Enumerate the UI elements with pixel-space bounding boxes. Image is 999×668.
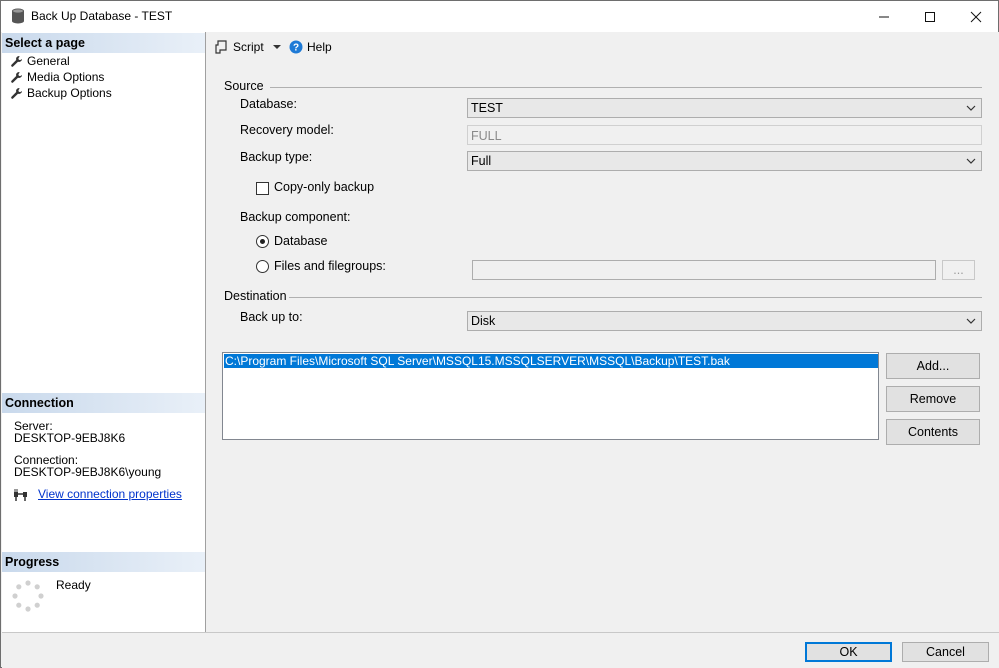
remove-button[interactable]: Remove — [886, 386, 980, 412]
filegroups-browse-button: ... — [942, 260, 975, 280]
page-item-label: General — [27, 54, 70, 68]
close-button[interactable] — [953, 1, 999, 32]
wrench-icon — [11, 55, 22, 67]
page-item-media-options[interactable]: Media Options — [10, 69, 104, 85]
back-up-to-value: Disk — [471, 314, 496, 328]
recovery-model-field: FULL — [467, 125, 982, 145]
minimize-button[interactable] — [861, 1, 907, 32]
title-bar: Back Up Database - TEST — [1, 1, 998, 32]
minimize-icon — [879, 16, 889, 17]
close-icon — [970, 11, 982, 22]
backup-type-combo[interactable]: Full — [467, 151, 982, 171]
source-divider — [270, 87, 982, 88]
database-value: TEST — [471, 101, 503, 115]
select-page-header: Select a page — [2, 33, 205, 53]
back-up-to-label: Back up to: — [240, 310, 303, 324]
help-label: Help — [307, 40, 332, 54]
window-title: Back Up Database - TEST — [31, 9, 173, 23]
source-section-label: Source — [224, 79, 264, 93]
ok-button[interactable]: OK — [805, 642, 892, 662]
left-pane: Select a page General Media Options Back… — [2, 32, 206, 632]
destination-divider — [289, 297, 982, 298]
script-label: Script — [233, 40, 264, 54]
copy-only-label: Copy-only backup — [274, 180, 375, 194]
connection-header: Connection — [2, 393, 205, 413]
page-item-general[interactable]: General — [10, 53, 70, 69]
component-database-radio[interactable] — [256, 235, 269, 248]
component-database-label: Database — [274, 234, 328, 248]
svg-text:?: ? — [293, 43, 299, 54]
destination-list[interactable]: C:\Program Files\Microsoft SQL Server\MS… — [222, 352, 879, 440]
component-files-label: Files and filegroups: — [274, 259, 386, 273]
wrench-icon — [11, 71, 22, 83]
progress-spinner-icon — [12, 580, 44, 612]
contents-button[interactable]: Contents — [886, 419, 980, 445]
chevron-down-icon — [966, 158, 976, 164]
script-icon — [215, 40, 227, 54]
destination-section-label: Destination — [224, 289, 287, 303]
script-button[interactable]: Script — [215, 40, 282, 54]
back-up-to-combo[interactable]: Disk — [467, 311, 982, 331]
general-page: Script ? Help Source Database: TEST Reco… — [207, 32, 999, 632]
backup-database-dialog: Back Up Database - TEST Select a page Ge… — [0, 0, 999, 668]
help-button[interactable]: ? Help — [289, 40, 332, 54]
page-item-label: Backup Options — [27, 86, 112, 100]
backup-component-label: Backup component: — [240, 210, 351, 224]
page-item-label: Media Options — [27, 70, 105, 84]
chevron-down-icon — [966, 105, 976, 111]
backup-type-value: Full — [471, 154, 492, 168]
backup-type-label: Backup type: — [240, 150, 313, 164]
cancel-button[interactable]: Cancel — [902, 642, 989, 662]
server-value: DESKTOP-9EBJ8K6 — [14, 431, 126, 445]
help-icon: ? — [289, 40, 303, 54]
database-combo[interactable]: TEST — [467, 98, 982, 118]
chevron-down-icon — [966, 318, 976, 324]
connection-value: DESKTOP-9EBJ8K6\young — [14, 465, 162, 479]
database-label: Database: — [240, 97, 297, 111]
recovery-model-label: Recovery model: — [240, 123, 334, 137]
destination-list-item[interactable]: C:\Program Files\Microsoft SQL Server\MS… — [224, 354, 878, 368]
connection-properties-icon — [14, 489, 27, 501]
copy-only-checkbox[interactable] — [256, 182, 269, 195]
page-item-backup-options[interactable]: Backup Options — [10, 85, 112, 101]
maximize-button[interactable] — [907, 1, 953, 32]
maximize-icon — [925, 11, 935, 22]
filegroups-field — [472, 260, 936, 280]
component-files-radio[interactable] — [256, 260, 269, 273]
database-icon — [12, 8, 24, 24]
progress-header: Progress — [2, 552, 205, 572]
progress-status: Ready — [56, 578, 91, 592]
dialog-footer: OK Cancel — [2, 632, 999, 668]
wrench-icon — [11, 87, 22, 99]
add-button[interactable]: Add... — [886, 353, 980, 379]
dropdown-arrow-icon — [272, 45, 281, 49]
view-connection-properties-link[interactable]: View connection properties — [38, 487, 182, 501]
